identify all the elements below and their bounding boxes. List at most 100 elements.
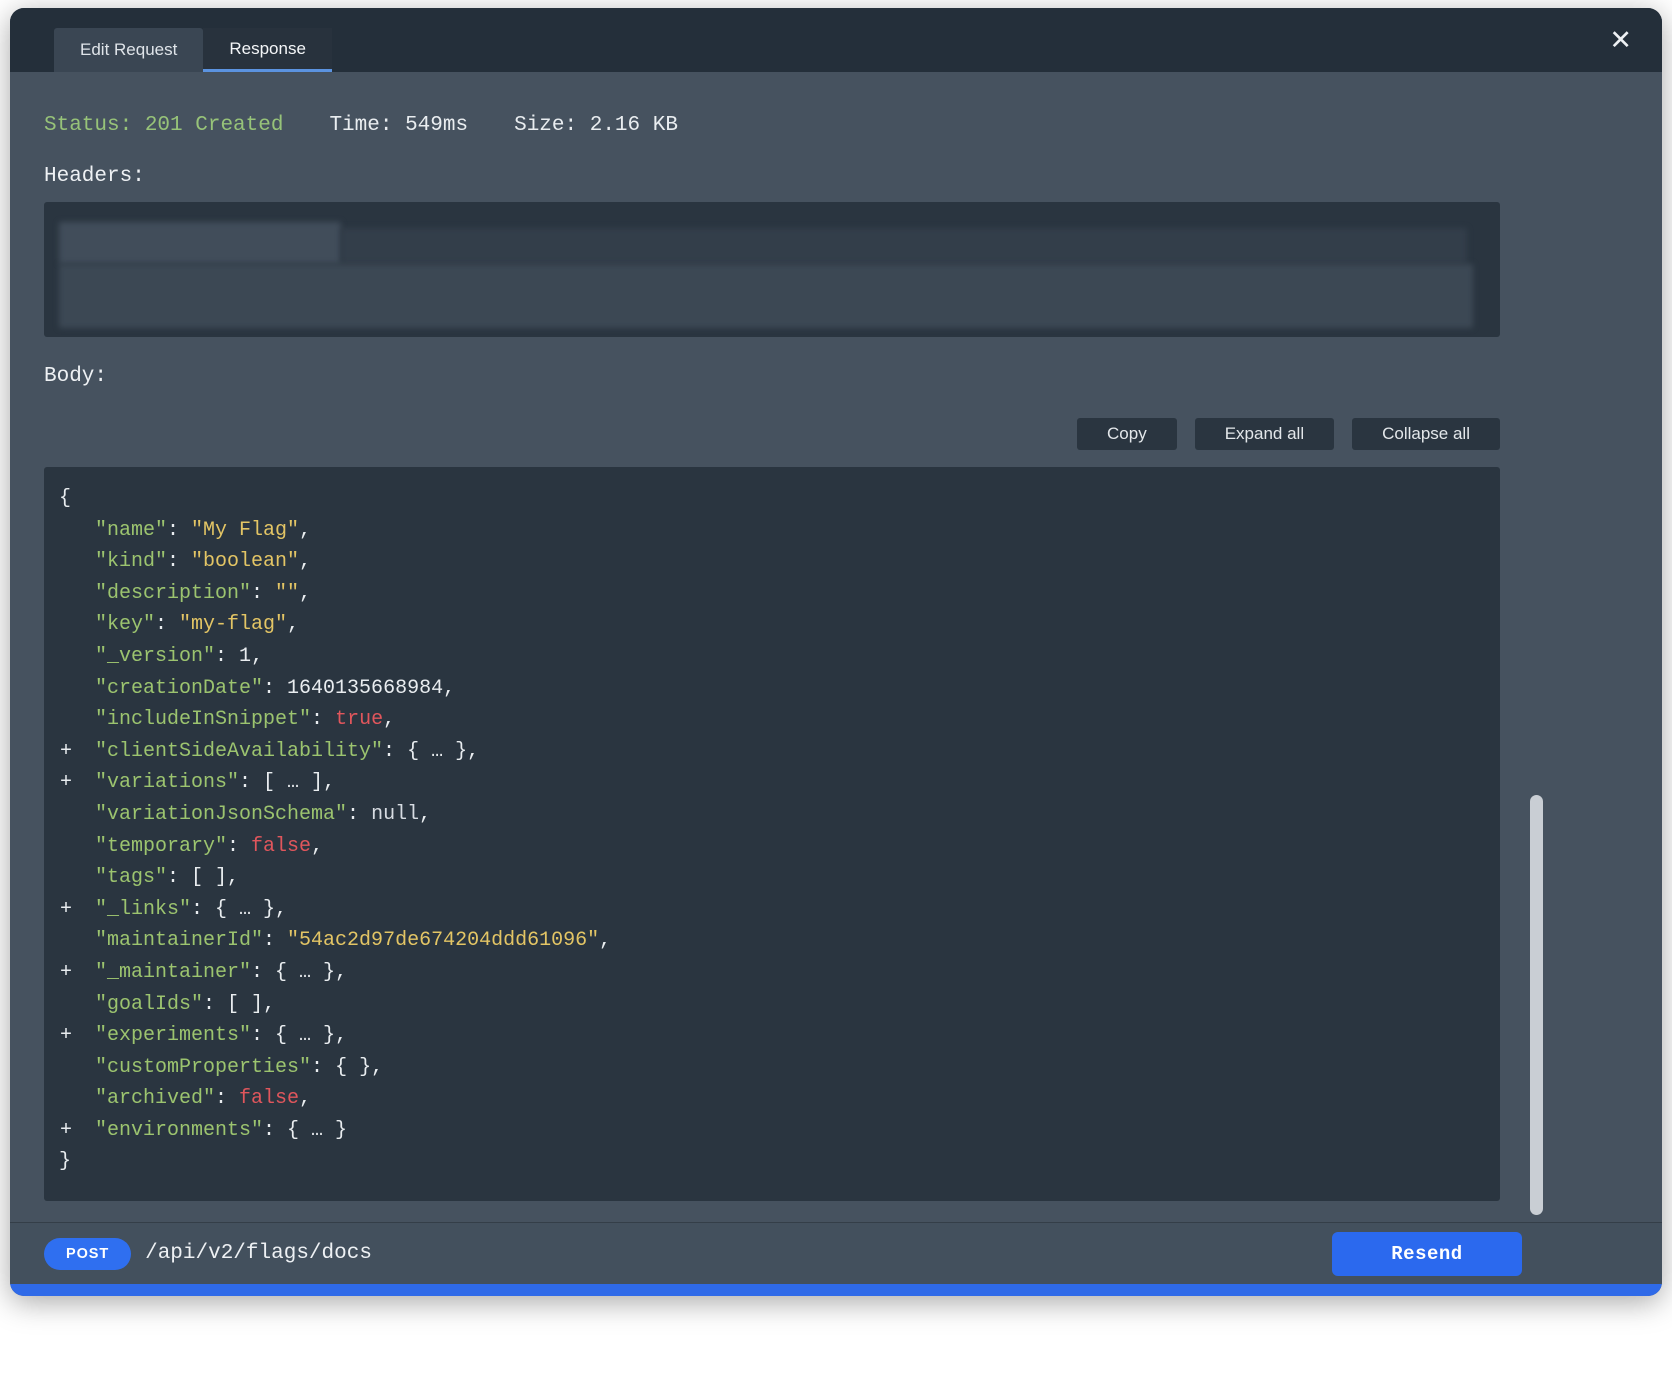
json-comma: ,	[251, 645, 263, 668]
json-line: + "_links": { … },	[59, 894, 1490, 926]
json-line-content: "key": "my-flag",	[95, 609, 299, 641]
json-colon: :	[251, 961, 275, 984]
json-line-content: "_links": { … },	[95, 894, 287, 926]
json-key: "temporary"	[95, 835, 227, 858]
json-comma: ,	[299, 582, 311, 605]
json-line-content: "tags": [ ],	[95, 862, 239, 894]
json-line: }	[59, 1146, 1490, 1178]
expand-toggle-icon[interactable]: +	[60, 736, 72, 768]
json-key: "environments"	[95, 1119, 263, 1142]
headers-redacted-block	[341, 228, 1467, 264]
size-segment: Size: 2.16 KB	[514, 114, 678, 137]
modal-top-bar: Edit Request Response ✕	[10, 8, 1662, 72]
json-colon: :	[227, 835, 251, 858]
json-colon: :	[167, 866, 191, 889]
json-line: + "experiments": { … },	[59, 1020, 1490, 1052]
json-key: "_links"	[95, 898, 191, 921]
json-line: {	[59, 483, 1490, 515]
json-line: "archived": false,	[59, 1083, 1490, 1115]
json-key: "key"	[95, 613, 155, 636]
expand-toggle-icon[interactable]: +	[60, 957, 72, 989]
json-key: "maintainerId"	[95, 929, 263, 952]
json-line-content: "temporary": false,	[95, 831, 323, 863]
json-key: "creationDate"	[95, 677, 263, 700]
json-colon: :	[347, 803, 371, 826]
expand-toggle-icon[interactable]: +	[60, 767, 72, 799]
json-colon: :	[311, 1056, 335, 1079]
json-line-content: "experiments": { … },	[95, 1020, 347, 1052]
json-colon: :	[263, 1119, 287, 1142]
json-line-content: "environments": { … }	[95, 1115, 347, 1147]
json-value: { … }	[407, 740, 467, 763]
json-colon: :	[251, 582, 275, 605]
json-line: +"variations": [ … ],	[59, 767, 1490, 799]
json-value: { … }	[275, 1024, 335, 1047]
close-button[interactable]: ✕	[1609, 27, 1632, 54]
json-line-content: "creationDate": 1640135668984,	[95, 673, 455, 705]
json-value: [ … ]	[263, 771, 323, 794]
collapse-all-button[interactable]: Collapse all	[1352, 418, 1500, 450]
json-line: "name": "My Flag",	[59, 515, 1490, 547]
json-line-content: "kind": "boolean",	[95, 546, 311, 578]
json-key: "archived"	[95, 1087, 215, 1110]
json-comma: ,	[263, 993, 275, 1016]
json-key: "variationJsonSchema"	[95, 803, 347, 826]
json-comma: ,	[323, 771, 335, 794]
json-key: "description"	[95, 582, 251, 605]
json-key: "name"	[95, 519, 167, 542]
json-colon: :	[215, 645, 239, 668]
json-line: "kind": "boolean",	[59, 546, 1490, 578]
status-label: Status:	[44, 114, 132, 137]
json-value: { … }	[275, 961, 335, 984]
json-line-content: {	[59, 483, 71, 515]
status-row: Status: 201 Created Time: 549ms Size: 2.…	[44, 114, 1500, 137]
copy-button[interactable]: Copy	[1077, 418, 1177, 450]
json-key: "includeInSnippet"	[95, 708, 311, 731]
json-line-content: "goalIds": [ ],	[95, 989, 275, 1021]
json-line-content: "includeInSnippet": true,	[95, 704, 395, 736]
response-modal: Edit Request Response ✕ Status: 201 Crea…	[10, 8, 1662, 1296]
json-value: "my-flag"	[179, 613, 287, 636]
json-value: false	[251, 835, 311, 858]
expand-toggle-icon[interactable]: +	[60, 1115, 72, 1147]
json-line-content: "_version": 1,	[95, 641, 263, 673]
expand-toggle-icon[interactable]: +	[60, 1020, 72, 1052]
response-body-json: {"name": "My Flag","kind": "boolean","de…	[44, 467, 1500, 1201]
json-line: "tags": [ ],	[59, 862, 1490, 894]
json-line: + "_maintainer": { … },	[59, 957, 1490, 989]
json-colon: :	[167, 550, 191, 573]
json-key: "kind"	[95, 550, 167, 573]
json-line-content: "name": "My Flag",	[95, 515, 311, 547]
json-value: { … }	[287, 1119, 347, 1142]
size-value: 2.16 KB	[590, 114, 678, 137]
json-key: "experiments"	[95, 1024, 251, 1047]
json-value: {	[59, 487, 71, 510]
json-value: ""	[275, 582, 299, 605]
json-line-content: "variationJsonSchema": null,	[95, 799, 431, 831]
json-comma: ,	[419, 803, 431, 826]
vertical-scrollbar[interactable]	[1530, 795, 1543, 1215]
tab-group: Edit Request Response	[54, 8, 332, 72]
json-comma: ,	[299, 1087, 311, 1110]
json-line: "description": "",	[59, 578, 1490, 610]
json-line: "temporary": false,	[59, 831, 1490, 863]
status-value: 201 Created	[145, 114, 284, 137]
http-method-badge: POST	[44, 1238, 131, 1270]
resend-button[interactable]: Resend	[1332, 1232, 1522, 1276]
tab-edit-request[interactable]: Edit Request	[54, 28, 203, 72]
close-icon: ✕	[1609, 25, 1632, 55]
json-comma: ,	[467, 740, 479, 763]
json-comma: ,	[335, 961, 347, 984]
json-line-content: "description": "",	[95, 578, 311, 610]
modal-bottom-accent	[10, 1284, 1662, 1296]
expand-toggle-icon[interactable]: +	[60, 894, 72, 926]
json-comma: ,	[299, 519, 311, 542]
json-line-content: "archived": false,	[95, 1083, 311, 1115]
json-comma: ,	[371, 1056, 383, 1079]
json-value: 1	[239, 645, 251, 668]
json-line-content: "_maintainer": { … },	[95, 957, 347, 989]
response-content: Status: 201 Created Time: 549ms Size: 2.…	[10, 72, 1662, 1222]
expand-all-button[interactable]: Expand all	[1195, 418, 1334, 450]
tab-response[interactable]: Response	[203, 28, 332, 72]
json-key: "variations"	[95, 771, 239, 794]
